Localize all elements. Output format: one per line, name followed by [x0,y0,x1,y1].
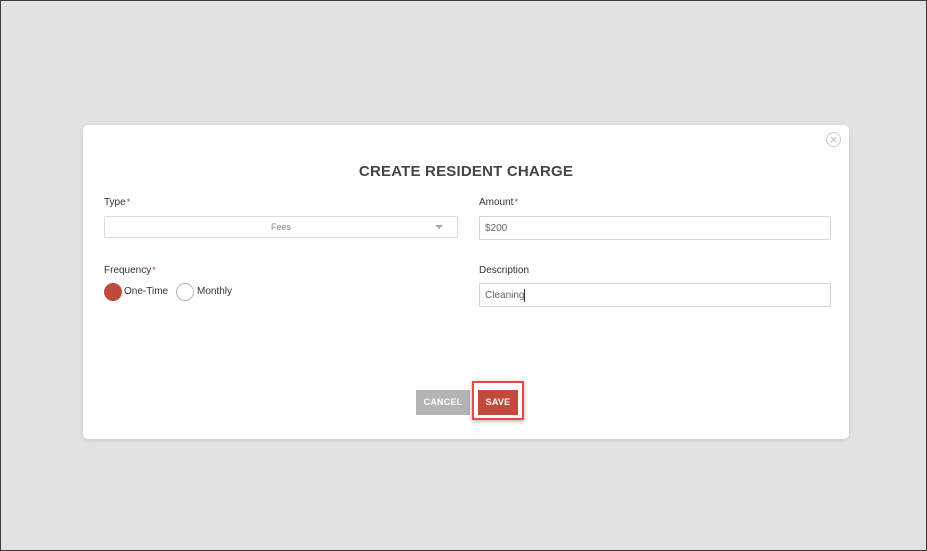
text-cursor [524,288,526,302]
type-label-text: Type [104,197,126,208]
frequency-monthly-label[interactable]: Monthly [197,286,232,297]
amount-label-text: Amount [479,197,514,208]
description-label: Description [479,265,530,276]
amount-input-value: $200 [485,223,508,234]
frequency-one-time-radio[interactable] [104,283,122,301]
description-input-value: Cleaning [485,290,525,301]
create-resident-charge-dialog: CREATE RESIDENT CHARGE Type* Fees Amount… [83,125,849,439]
frequency-label: Frequency* [104,265,156,276]
frequency-label-text: Frequency [104,265,152,276]
type-label: Type* [104,197,130,208]
amount-input[interactable]: $200 [479,216,831,240]
frequency-monthly-radio[interactable] [176,283,194,301]
save-button[interactable]: SAVE [478,390,518,415]
description-input[interactable]: Cleaning [479,283,831,307]
required-asterisk: * [152,265,156,275]
required-asterisk: * [514,197,518,207]
required-asterisk: * [126,197,131,207]
dialog-title: CREATE RESIDENT CHARGE [358,163,574,180]
cancel-button[interactable]: CANCEL [416,390,470,415]
type-select[interactable]: Fees [104,216,458,238]
frequency-one-time-label[interactable]: One-Time [124,286,168,297]
amount-label: Amount* [479,197,518,208]
chevron-down-icon [435,225,443,229]
close-icon[interactable] [826,132,841,147]
type-select-value: Fees [270,222,291,232]
